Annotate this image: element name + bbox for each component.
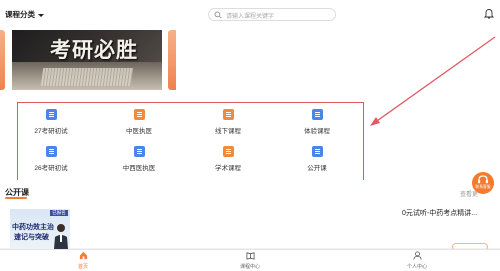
book-icon bbox=[245, 252, 255, 260]
category-item-26-kaoyan[interactable]: 26考研初试 bbox=[16, 146, 86, 172]
category-item-open[interactable]: 公开课 bbox=[282, 146, 352, 172]
annotation-arrow bbox=[370, 36, 496, 126]
chevron-down-icon bbox=[38, 13, 44, 17]
home-icon bbox=[79, 251, 87, 260]
category-label: 课程分类 bbox=[5, 10, 35, 19]
nav-course-center[interactable]: 课程中心 bbox=[220, 251, 280, 270]
category-item-trial[interactable]: 体验课程 bbox=[282, 109, 352, 135]
category-label: 线下课程 bbox=[215, 128, 241, 135]
nav-label: 个人中心 bbox=[406, 264, 427, 270]
teacher-photo bbox=[54, 224, 68, 249]
nav-home[interactable]: 首页 bbox=[53, 251, 113, 270]
search-input[interactable]: 请输入课程关键字 bbox=[208, 8, 336, 21]
nav-label: 课程中心 bbox=[239, 264, 260, 270]
category-label: 中医执医 bbox=[126, 128, 152, 135]
category-item-offline[interactable]: 线下课程 bbox=[193, 109, 263, 135]
banner-book-graphic bbox=[12, 62, 162, 90]
category-item-zhongxiyi[interactable]: 中西医执医 bbox=[104, 146, 174, 172]
category-item-27-kaoyan[interactable]: 27考研初试 bbox=[16, 109, 86, 135]
category-label: 26考研初试 bbox=[34, 165, 68, 172]
course-icon bbox=[45, 146, 57, 157]
category-label: 公开课 bbox=[307, 165, 327, 172]
banner-prev-slide[interactable] bbox=[0, 30, 5, 90]
category-item-academic[interactable]: 学术课程 bbox=[193, 146, 263, 172]
category-label: 27考研初试 bbox=[34, 128, 68, 135]
category-dropdown[interactable]: 课程分类 bbox=[5, 9, 44, 20]
person-icon bbox=[412, 251, 422, 260]
course-icon bbox=[133, 109, 145, 120]
thumbnail-badge: 已报名 bbox=[50, 210, 68, 216]
bell-icon[interactable] bbox=[484, 8, 494, 19]
course-icon bbox=[311, 146, 323, 157]
course-icon bbox=[133, 146, 145, 157]
search-icon bbox=[214, 11, 222, 19]
category-label: 中西医执医 bbox=[122, 165, 156, 172]
course-icon bbox=[222, 146, 234, 157]
thumbnail-title-line1: 中药功效主治 bbox=[12, 224, 54, 231]
banner-text: 考研必胜 bbox=[50, 37, 138, 62]
nav-profile[interactable]: 个人中心 bbox=[387, 251, 447, 270]
course-icon bbox=[45, 109, 57, 120]
nav-label: 首页 bbox=[77, 264, 88, 270]
thumbnail-title-line2: 速记与突破 bbox=[14, 234, 49, 241]
customer-service-button[interactable]: 联系客服 bbox=[472, 172, 494, 194]
course-icon bbox=[222, 109, 234, 120]
banner-next-slide[interactable] bbox=[168, 30, 176, 90]
category-label: 体验课程 bbox=[304, 128, 330, 135]
category-item-zhongyi[interactable]: 中医执医 bbox=[104, 109, 174, 135]
course-icon bbox=[311, 109, 323, 120]
section-title-underline bbox=[5, 197, 27, 199]
headset-icon bbox=[478, 175, 488, 184]
category-label: 学术课程 bbox=[215, 165, 241, 172]
search-placeholder: 请输入课程关键字 bbox=[226, 14, 275, 20]
course-title[interactable]: 0元试听-中药考点精讲... bbox=[402, 208, 477, 218]
customer-service-label: 联系客服 bbox=[475, 185, 491, 189]
